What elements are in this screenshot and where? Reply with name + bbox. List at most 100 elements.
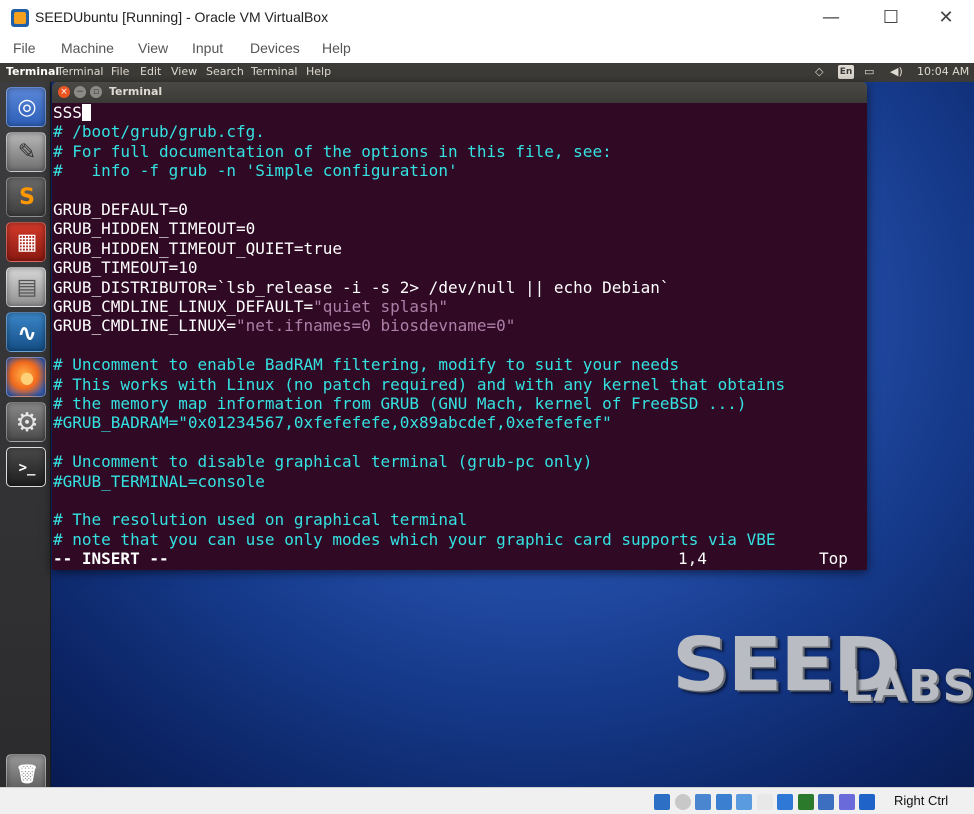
terminal-line: GRUB_CMDLINE_LINUX="net.ifnames=0 biosde… <box>53 316 515 335</box>
terminal-text: #GRUB_BADRAM="0x01234567,0xfefefefe,0x89… <box>53 413 612 433</box>
terminal-window[interactable]: × − ▫ Terminal SSS # /boot/grub/grub.cfg.… <box>52 82 867 570</box>
cpu-icon[interactable] <box>818 794 834 810</box>
shared-folder-icon[interactable] <box>756 794 773 810</box>
terminal-line: # info -f grub -n 'Simple configuration' <box>53 161 458 180</box>
ubuntu-top-panel: Terminal Terminal File Edit View Search … <box>0 63 974 82</box>
vim-mode: -- INSERT -- <box>53 549 169 568</box>
clock[interactable]: 10:04 AM <box>917 65 969 78</box>
usb-icon[interactable] <box>736 794 752 810</box>
menu-help[interactable]: Help <box>322 40 351 56</box>
trash-icon: 🗑 <box>15 764 39 785</box>
terminal-icon: >_ <box>18 460 36 476</box>
menu-devices[interactable]: Devices <box>250 40 300 56</box>
panel-menu-file[interactable]: File <box>111 65 129 78</box>
launcher-terminal-button[interactable]: >_ <box>6 447 46 487</box>
seed-labs-logo: SEED LABS <box>672 619 974 719</box>
terminal-red-icon: ▦ <box>16 230 38 255</box>
terminal-title: Terminal <box>109 85 163 98</box>
close-button[interactable]: ✕ <box>931 4 961 32</box>
launcher-settings-button[interactable]: ⚙ <box>6 402 46 442</box>
keyboard-layout-indicator[interactable]: En <box>838 65 854 79</box>
panel-menu-view[interactable]: View <box>171 65 197 78</box>
active-app-name: Terminal <box>6 65 60 78</box>
terminal-line: # For full documentation of the options … <box>53 142 612 161</box>
vbox-title-bar: SEEDUbuntu [Running] - Oracle VM Virtual… <box>0 0 974 36</box>
terminal-text: # /boot/grub/grub.cfg. <box>53 122 265 142</box>
guest-screen[interactable]: Terminal Terminal File Edit View Search … <box>0 63 974 787</box>
menu-view[interactable]: View <box>138 40 168 56</box>
menu-input[interactable]: Input <box>192 40 223 56</box>
keyboard-icon[interactable] <box>859 794 875 810</box>
terminal-minimize-button[interactable]: − <box>74 86 86 98</box>
maximize-button[interactable]: ☐ <box>876 4 906 32</box>
terminal-line: GRUB_CMDLINE_LINUX_DEFAULT="quiet splash… <box>53 297 448 316</box>
ubuntu-dash-icon: ◎ <box>17 95 37 120</box>
cursor-position: 1,4 <box>678 549 707 568</box>
mouse-integration-icon[interactable] <box>838 794 855 810</box>
vim-status-line: -- INSERT -- 1,4 Top <box>53 549 865 569</box>
labs-logo-text: LABS <box>844 661 974 712</box>
terminal-line: GRUB_DISTRIBUTOR=`lsb_release -i -s 2> /… <box>53 278 670 297</box>
virtualbox-icon <box>11 9 29 27</box>
terminal-line: # The resolution used on graphical termi… <box>53 510 467 529</box>
launcher-wireshark-button[interactable]: ∿ <box>6 312 46 352</box>
menu-machine[interactable]: Machine <box>61 40 114 56</box>
terminal-line: GRUB_TIMEOUT=10 <box>53 258 198 277</box>
terminal-text: GRUB_DISTRIBUTOR=`lsb_release -i -s 2> /… <box>53 277 670 297</box>
terminal-line: #GRUB_BADRAM="0x01234567,0xfefefefe,0x89… <box>53 413 612 432</box>
panel-menu-terminal[interactable]: Terminal <box>57 65 104 78</box>
sublime-text-icon: S <box>19 185 35 210</box>
unity-launcher: ◎ ✎ S ▦ ▤ ∿ ● ⚙ >_ 🗑 <box>0 82 51 787</box>
terminal-text: # the memory map information from GRUB (… <box>53 394 747 413</box>
panel-menu-edit[interactable]: Edit <box>140 65 161 78</box>
display-icon[interactable] <box>777 794 793 810</box>
network-icon[interactable] <box>715 794 732 810</box>
text-editor-icon: ✎ <box>17 140 37 165</box>
terminal-text: GRUB_DEFAULT=0 <box>53 200 188 219</box>
terminal-text: # note that you can use only modes which… <box>53 529 776 549</box>
settings-icon: ⚙ <box>15 408 39 438</box>
text-cursor <box>81 104 91 121</box>
terminal-line: # Uncomment to disable graphical termina… <box>53 452 592 471</box>
terminal-maximize-button[interactable]: ▫ <box>90 86 102 98</box>
audio-icon[interactable] <box>695 794 711 810</box>
launcher-sublime-button[interactable]: S <box>6 177 46 217</box>
panel-menu-help[interactable]: Help <box>306 65 331 78</box>
terminal-text: # Uncomment to enable BadRAM filtering, … <box>53 355 680 375</box>
launcher-dash-button[interactable]: ◎ <box>6 87 46 127</box>
terminal-line: GRUB_HIDDEN_TIMEOUT_QUIET=true <box>53 239 342 258</box>
panel-menu-terminal-2[interactable]: Terminal <box>251 65 298 78</box>
menu-file[interactable]: File <box>13 40 36 56</box>
terminal-text: # info -f grub -n 'Simple configuration' <box>53 161 458 181</box>
vbox-menu-bar: File Machine View Input Devices Help <box>0 36 974 63</box>
hard-disk-icon[interactable] <box>654 794 670 810</box>
window-title: SEEDUbuntu [Running] - Oracle VM Virtual… <box>35 9 329 25</box>
terminal-text: # Uncomment to disable graphical termina… <box>53 452 593 472</box>
optical-disk-icon[interactable] <box>674 794 691 810</box>
terminal-text: GRUB_HIDDEN_TIMEOUT=0 <box>53 219 256 239</box>
terminal-text: SSS <box>53 103 82 122</box>
firefox-icon: ● <box>20 368 34 387</box>
terminal-text: GRUB_TIMEOUT=10 <box>53 258 198 278</box>
terminal-close-button[interactable]: × <box>58 86 70 98</box>
minimize-button[interactable]: — <box>816 4 846 32</box>
terminal-text: GRUB_CMDLINE_LINUX= <box>53 316 237 336</box>
panel-menu-search[interactable]: Search <box>206 65 244 78</box>
volume-icon[interactable]: ◀) <box>890 65 903 78</box>
terminal-line: GRUB_HIDDEN_TIMEOUT=0 <box>53 219 255 238</box>
launcher-trash-button[interactable]: 🗑 <box>6 754 46 787</box>
launcher-firefox-button[interactable]: ● <box>6 357 46 397</box>
terminal-text: # The resolution used on graphical termi… <box>53 510 468 530</box>
terminal-content[interactable]: SSS # /boot/grub/grub.cfg. # For full docu… <box>52 103 867 570</box>
launcher-files-button[interactable]: ▤ <box>6 267 46 307</box>
video-capture-icon[interactable] <box>797 794 814 810</box>
terminal-line: SSS <box>53 103 91 122</box>
battery-icon[interactable]: ▭ <box>864 65 874 78</box>
wifi-icon[interactable]: ◇ <box>815 65 823 78</box>
file-cabinet-icon: ▤ <box>16 275 38 300</box>
terminal-line: # note that you can use only modes which… <box>53 530 775 549</box>
terminal-title-bar[interactable]: × − ▫ Terminal <box>52 82 867 103</box>
terminal-text: # For full documentation of the options … <box>53 141 612 161</box>
launcher-red-app-button[interactable]: ▦ <box>6 222 46 262</box>
launcher-text-editor-button[interactable]: ✎ <box>6 132 46 172</box>
